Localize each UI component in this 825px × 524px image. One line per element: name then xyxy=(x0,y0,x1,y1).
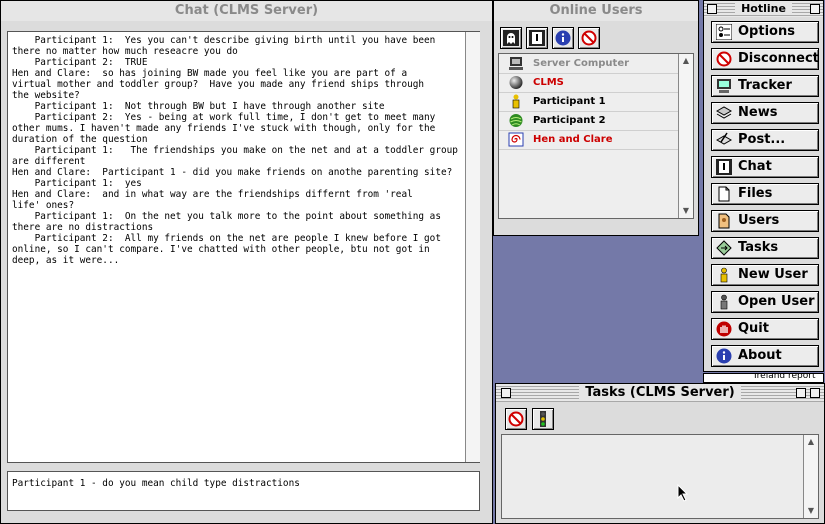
files-button[interactable]: Files xyxy=(711,183,819,205)
files-label: Files xyxy=(738,186,773,201)
user-row-server-computer[interactable]: Server Computer xyxy=(499,54,678,74)
post-button[interactable]: Post... xyxy=(711,129,819,151)
files-icon xyxy=(718,186,730,202)
user-name: Server Computer xyxy=(533,58,630,69)
new-user-icon xyxy=(720,267,728,283)
chat-transcript[interactable]: Participant 1: Yes you can't describe gi… xyxy=(7,31,480,463)
background-window-text: Ireland report xyxy=(754,373,816,381)
open-user-label: Open User xyxy=(738,294,815,309)
green-ball-icon xyxy=(509,114,523,127)
about-button[interactable]: About xyxy=(711,345,819,367)
chat-window: Chat (CLMS Server) Participant 1: Yes yo… xyxy=(0,0,493,524)
news-label: News xyxy=(738,105,778,120)
options-button[interactable]: Options xyxy=(711,21,819,43)
post-label: Post... xyxy=(738,132,786,147)
news-button[interactable]: News xyxy=(711,102,819,124)
stop-icon[interactable] xyxy=(505,408,527,430)
user-name: CLMS xyxy=(533,77,564,88)
traffic-light-icon[interactable] xyxy=(532,408,554,430)
disconnect-label: Disconnect xyxy=(738,51,819,66)
tasks-title: Tasks (CLMS Server) xyxy=(579,385,741,400)
disconnect-button[interactable]: Disconnect xyxy=(711,48,819,70)
about-label: About xyxy=(738,348,782,363)
chat-transcript-scrollbar[interactable] xyxy=(465,32,480,462)
user-row-clms[interactable]: CLMS xyxy=(499,73,678,93)
hotline-title: Hotline xyxy=(735,2,792,15)
collapse-box-icon[interactable] xyxy=(810,4,820,14)
tracker-icon xyxy=(717,79,731,93)
chat-window-title: Chat (CLMS Server) xyxy=(174,3,319,18)
tasks-title-bar[interactable]: Tasks (CLMS Server) xyxy=(496,384,824,402)
tasks-list-scrollbar[interactable]: ▲ ▼ xyxy=(803,435,818,518)
chat-label: Chat xyxy=(738,159,772,174)
chat-input[interactable]: Participant 1 - do you mean child type d… xyxy=(7,471,480,511)
online-users-scrollbar[interactable]: ▲ ▼ xyxy=(678,54,693,218)
ghost-icon[interactable] xyxy=(500,27,522,49)
new-user-button[interactable]: New User xyxy=(711,264,819,286)
tasks-label: Tasks xyxy=(738,240,779,255)
open-user-icon xyxy=(720,294,728,310)
online-users-list: Server Computer CLMS Participant 1 Parti… xyxy=(498,53,694,219)
users-icon xyxy=(718,213,730,229)
background-window-strip[interactable]: Ireland report xyxy=(703,373,824,383)
user-row-participant-1[interactable]: Participant 1 xyxy=(499,92,678,112)
chat-icon xyxy=(716,159,732,175)
user-row-participant-2[interactable]: Participant 2 xyxy=(499,111,678,131)
post-icon xyxy=(716,132,732,145)
tasks-window: Tasks (CLMS Server) ▲ ▼ xyxy=(495,383,825,524)
close-box-icon[interactable] xyxy=(501,388,511,398)
user-name: Participant 2 xyxy=(533,115,606,126)
user-name: Hen and Clare xyxy=(533,134,613,145)
disconnect-icon xyxy=(716,51,732,67)
quit-label: Quit xyxy=(738,321,769,336)
no-entry-icon[interactable] xyxy=(578,27,600,49)
online-users-window: Online Users Server Computer CLMS Partic… xyxy=(493,0,699,236)
zoom-box-icon[interactable] xyxy=(796,388,806,398)
collapse-box-icon[interactable] xyxy=(810,388,820,398)
tasks-button[interactable]: Tasks xyxy=(711,237,819,259)
chat-button[interactable]: Chat xyxy=(711,156,819,178)
open-user-button[interactable]: Open User xyxy=(711,291,819,313)
quit-icon xyxy=(716,321,732,337)
close-box-icon[interactable] xyxy=(707,4,717,14)
computer-icon xyxy=(509,57,523,70)
users-button[interactable]: Users xyxy=(711,210,819,232)
tasks-list: ▲ ▼ xyxy=(501,434,819,519)
news-icon xyxy=(716,106,732,119)
mouse-pointer-icon xyxy=(677,484,689,502)
private-chat-icon[interactable] xyxy=(526,27,548,49)
new-user-label: New User xyxy=(738,267,808,282)
chat-window-title-bar[interactable]: Chat (CLMS Server) xyxy=(1,1,492,21)
user-name: Participant 1 xyxy=(533,96,606,107)
hotline-title-bar[interactable]: Hotline xyxy=(704,1,823,17)
quit-button[interactable]: Quit xyxy=(711,318,819,340)
person-icon xyxy=(512,94,520,109)
user-row-hen-and-clare[interactable]: Hen and Clare xyxy=(499,130,678,150)
tracker-label: Tracker xyxy=(738,78,792,93)
info-icon[interactable] xyxy=(552,27,574,49)
spiral-icon xyxy=(508,132,524,147)
options-icon xyxy=(716,24,732,40)
tracker-button[interactable]: Tracker xyxy=(711,75,819,97)
online-users-title-bar[interactable]: Online Users xyxy=(494,1,698,21)
tasks-icon xyxy=(716,240,732,256)
about-icon xyxy=(716,348,732,364)
options-label: Options xyxy=(738,24,795,39)
users-label: Users xyxy=(738,213,780,228)
online-users-title: Online Users xyxy=(549,3,643,18)
hotline-palette: Hotline Options Disconnect Tracker News … xyxy=(703,0,824,372)
sphere-icon xyxy=(509,76,523,89)
